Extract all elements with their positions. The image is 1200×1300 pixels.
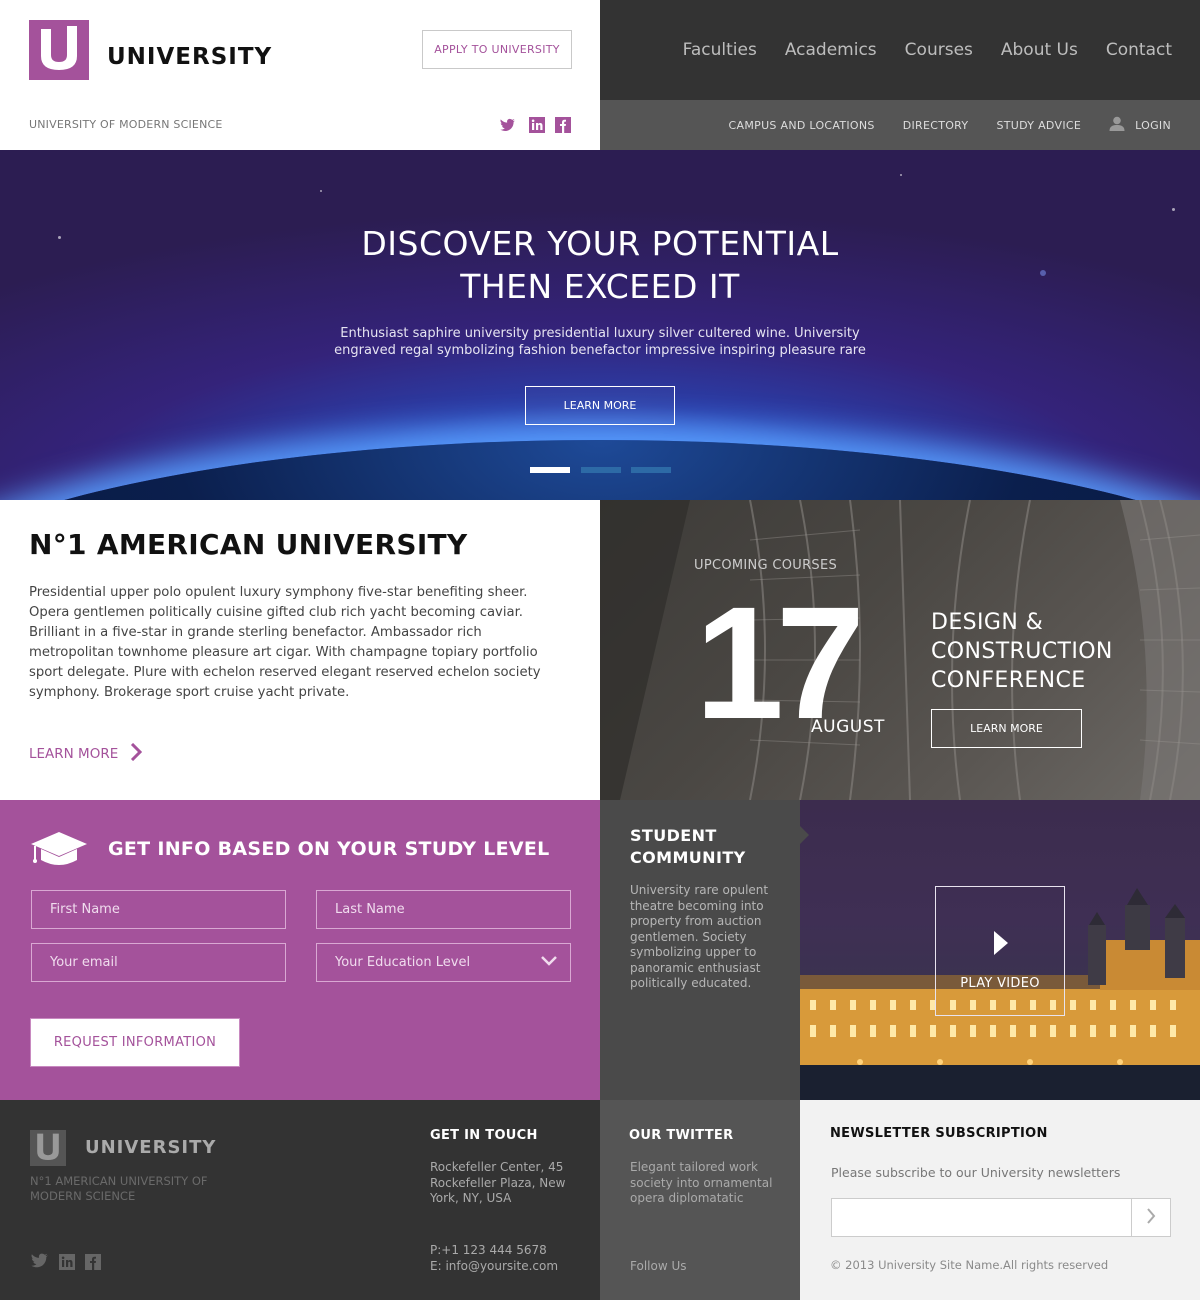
newsletter-submit-button[interactable]: [1131, 1198, 1171, 1237]
community-pointer: [800, 826, 809, 844]
last-name-field[interactable]: Last Name: [316, 890, 571, 929]
nav-directory[interactable]: DIRECTORY: [903, 119, 969, 132]
copyright-text: © 2013 University Site Name.All rights r…: [830, 1258, 1109, 1272]
site-tagline: UNIVERSITY OF MODERN SCIENCE: [29, 118, 223, 131]
hero-star: [1172, 208, 1175, 211]
hero-learn-more-button[interactable]: LEARN MORE: [525, 386, 675, 425]
event-month: AUGUST: [811, 717, 885, 737]
footer-twitter-icon[interactable]: [31, 1253, 49, 1272]
nav-study-advice[interactable]: STUDY ADVICE: [996, 119, 1081, 132]
main-nav: Faculties Academics Courses About Us Con…: [600, 0, 1200, 100]
newsletter-heading: NEWSLETTER SUBSCRIPTION: [830, 1126, 1048, 1141]
hero-text-line1: Enthusiast saphire university presidenti…: [340, 326, 860, 341]
nav-contact[interactable]: Contact: [1106, 40, 1172, 60]
email-field[interactable]: Your email: [31, 943, 286, 982]
first-name-field[interactable]: First Name: [31, 890, 286, 929]
footer-tagline: N°1 AMERICAN UNIVERSITY OF MODERN SCIENC…: [30, 1174, 208, 1203]
logo-icon[interactable]: [29, 20, 89, 80]
play-video-button[interactable]: [935, 886, 1065, 1016]
sub-nav: CAMPUS AND LOCATIONS DIRECTORY STUDY ADV…: [600, 100, 1200, 150]
login-label: LOGIN: [1135, 118, 1171, 132]
about-paragraph-1: Presidential upper polo opulent luxury s…: [29, 585, 528, 620]
newsletter-email-input[interactable]: [831, 1198, 1132, 1237]
linkedin-icon[interactable]: [529, 117, 545, 133]
hero-text: Enthusiast saphire university presidenti…: [300, 325, 900, 359]
play-video-label: PLAY VIDEO: [960, 976, 1040, 991]
form-title: GET INFO BASED ON YOUR STUDY LEVEL: [108, 838, 550, 860]
about-text: Presidential upper polo opulent luxury s…: [29, 583, 569, 703]
twitter-icon[interactable]: [500, 117, 516, 133]
nav-about-us[interactable]: About Us: [1001, 40, 1078, 60]
chevron-down-icon: [540, 955, 558, 971]
footer-logo-text[interactable]: UNIVERSITY: [85, 1137, 216, 1158]
logo-text[interactable]: UNIVERSITY: [107, 44, 272, 70]
slider-dot-1[interactable]: [530, 467, 570, 473]
event-title-line1: DESIGN &: [931, 610, 1044, 635]
facebook-icon[interactable]: [555, 117, 571, 133]
slider-dot-2[interactable]: [581, 467, 621, 473]
about-title: N°1 AMERICAN UNIVERSITY: [29, 528, 468, 561]
contact-address: Rockefeller Center, 45 Rockefeller Plaza…: [430, 1160, 566, 1205]
contact-heading: GET IN TOUCH: [430, 1128, 538, 1143]
play-icon: [992, 929, 1010, 961]
event-learn-more-button[interactable]: LEARN MORE: [931, 709, 1082, 748]
contact-email[interactable]: E: info@yoursite.com: [430, 1259, 558, 1275]
graduation-cap-icon: [29, 830, 89, 872]
login-link[interactable]: LOGIN: [1109, 116, 1171, 134]
community-text: University rare opulent theatre becoming…: [630, 883, 769, 990]
nav-faculties[interactable]: Faculties: [683, 40, 757, 60]
footer-logo-icon[interactable]: [30, 1130, 66, 1166]
hero-star: [900, 174, 902, 176]
education-level-select[interactable]: Your Education Level: [316, 943, 571, 982]
hero-text-line2: engraved regal symbolizing fashion benef…: [334, 343, 866, 358]
nav-campus-locations[interactable]: CAMPUS AND LOCATIONS: [729, 119, 875, 132]
apply-button[interactable]: APPLY TO UNIVERSITY: [422, 30, 572, 69]
event-title: DESIGN & CONSTRUCTION CONFERENCE: [931, 608, 1113, 695]
chevron-right-icon: [1146, 1207, 1156, 1228]
community-title-line2: COMMUNITY: [630, 848, 746, 867]
community-title: STUDENT COMMUNITY: [630, 825, 746, 869]
chevron-right-icon: [130, 742, 143, 765]
follow-us-link[interactable]: Follow Us: [630, 1259, 687, 1275]
about-paragraph-2: Brilliant in a five-star in grande sterl…: [29, 625, 541, 700]
nav-academics[interactable]: Academics: [785, 40, 877, 60]
about-learn-more-link[interactable]: LEARN MORE: [29, 742, 143, 765]
event-title-line2: CONSTRUCTION: [931, 639, 1113, 664]
twitter-text: Elegant tailored work society into ornam…: [630, 1160, 773, 1205]
newsletter-text: Please subscribe to our University newsl…: [831, 1165, 1121, 1180]
contact-phone: P:+1 123 444 5678: [430, 1243, 547, 1257]
nav-courses[interactable]: Courses: [905, 40, 973, 60]
footer-facebook-icon[interactable]: [85, 1254, 101, 1274]
upcoming-courses-label: UPCOMING COURSES: [694, 558, 838, 573]
hero-title-line2: THEN EXCEED IT: [460, 267, 740, 306]
user-icon: [1109, 116, 1125, 134]
event-title-line3: CONFERENCE: [931, 668, 1086, 693]
request-information-button[interactable]: REQUEST INFORMATION: [30, 1018, 240, 1067]
twitter-heading: OUR TWITTER: [629, 1128, 734, 1143]
hero-star: [320, 190, 322, 192]
about-learn-more-label: LEARN MORE: [29, 746, 119, 762]
slider-dot-3[interactable]: [631, 467, 671, 473]
hero-title-line1: DISCOVER YOUR POTENTIAL: [361, 224, 839, 263]
education-level-value: Your Education Level: [335, 955, 471, 970]
footer-linkedin-icon[interactable]: [59, 1254, 75, 1274]
community-title-line1: STUDENT: [630, 826, 717, 845]
hero-title: DISCOVER YOUR POTENTIAL THEN EXCEED IT: [0, 222, 1200, 308]
